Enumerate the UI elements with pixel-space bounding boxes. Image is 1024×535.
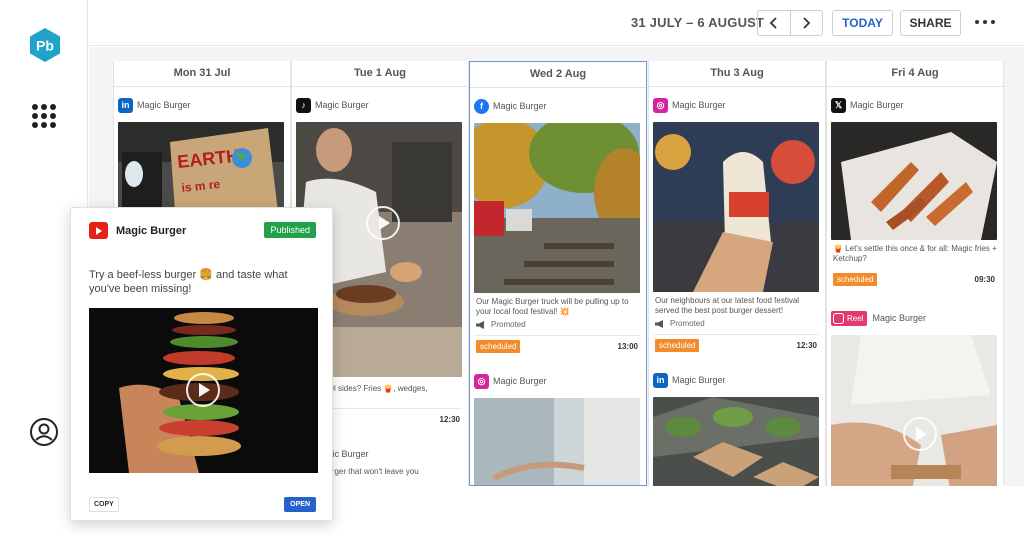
- post-card[interactable]: ♪ Magic Burger Superbowl sides? Fries 🍟,…: [296, 96, 466, 426]
- instagram-icon: [833, 312, 844, 324]
- more-options-icon[interactable]: [975, 14, 995, 30]
- account-name: Magic Burger: [493, 376, 547, 386]
- chevron-left-icon: [769, 17, 777, 29]
- top-bar: 31 JULY – 6 AUGUST TODAY SHARE: [89, 0, 1024, 46]
- preview-video: [89, 308, 318, 473]
- status-badge: scheduled: [655, 339, 700, 352]
- status-badge: Published: [264, 222, 316, 238]
- account-name: Magic Burger: [116, 224, 187, 237]
- post-card[interactable]: ◎ Magic Burger: [474, 372, 644, 485]
- post-image: [474, 123, 640, 293]
- account-name: Magic Burger: [493, 101, 547, 111]
- post-time: 12:30: [439, 415, 460, 424]
- day-header: Tue 1 Aug: [292, 61, 468, 87]
- post-footer: scheduled 13:00: [474, 335, 640, 357]
- user-account-icon[interactable]: [29, 417, 59, 447]
- post-card[interactable]: Reel Magic Burger: [831, 307, 1001, 486]
- post-caption: 🍟 Let's settle this once & for all: Magi…: [833, 244, 997, 263]
- linkedin-icon: in: [118, 97, 133, 113]
- megaphone-icon: [476, 320, 484, 329]
- account-name: Magic Burger: [872, 313, 926, 323]
- post-card[interactable]: f Magic Burger Our Magic Burger truck wi…: [474, 97, 644, 353]
- play-video-icon[interactable]: [366, 206, 400, 240]
- x-icon: 𝕏: [831, 97, 846, 113]
- status-badge: scheduled: [833, 272, 878, 286]
- post-image: [653, 122, 819, 292]
- calendar-app: Pb 31 JULY – 6 AUGUST TODAY SHARE Mon 31…: [0, 0, 1024, 535]
- post-footer: scheduled 09:30: [831, 268, 997, 290]
- instagram-icon: ◎: [474, 373, 489, 389]
- instagram-icon: ◎: [653, 97, 668, 113]
- account-name: Magic Burger: [315, 100, 369, 110]
- post-caption: Our neighbours at our latest food festiv…: [655, 296, 800, 315]
- day-column-thu: Thu 3 Aug ◎ Magic Burger Our neighbours …: [648, 61, 826, 486]
- facebook-icon: f: [474, 98, 489, 114]
- account-name: Magic Burger: [137, 100, 191, 110]
- day-column-wed: Wed 2 Aug f Magic Burger Our Magic Burge…: [469, 61, 647, 486]
- post-time: 09:30: [974, 274, 995, 284]
- today-button[interactable]: TODAY: [832, 10, 893, 36]
- post-preview-card: Magic Burger Published Try a beef-less b…: [70, 207, 333, 521]
- day-header: Thu 3 Aug: [649, 61, 825, 87]
- preview-header: Magic Burger: [89, 222, 186, 239]
- account-name: Magic Burger: [672, 375, 726, 385]
- post-image: [653, 397, 819, 486]
- post-card[interactable]: 𝕏 Magic Burger 🍟 Let's settle this once …: [831, 96, 1001, 286]
- chevron-right-icon: [803, 17, 811, 29]
- copy-button[interactable]: COPY: [89, 497, 119, 512]
- post-time: 13:00: [617, 342, 638, 351]
- open-button[interactable]: OPEN: [284, 497, 316, 512]
- linkedin-icon: in: [653, 372, 668, 388]
- reel-chip: Reel: [831, 310, 868, 326]
- promoted-label: Promoted: [655, 319, 705, 328]
- day-header: Fri 4 Aug: [827, 61, 1003, 87]
- post-time: 12:30: [796, 341, 817, 350]
- post-caption: Our Magic Burger truck will be pulling u…: [476, 297, 629, 316]
- apps-grid-icon[interactable]: [32, 104, 56, 128]
- post-footer: scheduled 12:30: [653, 334, 819, 356]
- play-video-icon[interactable]: [903, 417, 937, 451]
- account-name: Magic Burger: [850, 100, 904, 110]
- date-range: 31 JULY – 6 AUGUST: [631, 15, 765, 30]
- promoted-label: Promoted: [476, 320, 526, 329]
- status-badge: scheduled: [476, 340, 521, 353]
- post-card[interactable]: in Magic Burger: [653, 371, 823, 486]
- post-card[interactable]: in Magic Burger EARTH is m re: [118, 96, 288, 252]
- post-image: [831, 122, 997, 240]
- play-video-icon[interactable]: [186, 373, 220, 407]
- preview-text: Try a beef-less burger 🍔 and taste what …: [89, 269, 288, 295]
- megaphone-icon: [655, 319, 663, 328]
- day-header: Mon 31 Jul: [114, 61, 290, 87]
- post-card[interactable]: ◎ Magic Burger Our neighbours at our lat…: [653, 96, 823, 352]
- svg-text:Pb: Pb: [36, 38, 54, 54]
- previous-week-button[interactable]: [758, 11, 790, 35]
- youtube-icon: [89, 222, 108, 239]
- share-button[interactable]: SHARE: [900, 10, 961, 36]
- day-header: Wed 2 Aug: [470, 62, 646, 88]
- next-week-button[interactable]: [789, 11, 822, 35]
- post-video: [831, 335, 997, 486]
- day-column-fri: Fri 4 Aug 𝕏 Magic Burger 🍟 Let's settle …: [826, 61, 1004, 486]
- post-image: [474, 398, 640, 485]
- app-logo[interactable]: Pb: [27, 27, 63, 63]
- week-navigation: [757, 10, 823, 36]
- tiktok-icon: ♪: [296, 97, 311, 113]
- account-name: Magic Burger: [672, 100, 726, 110]
